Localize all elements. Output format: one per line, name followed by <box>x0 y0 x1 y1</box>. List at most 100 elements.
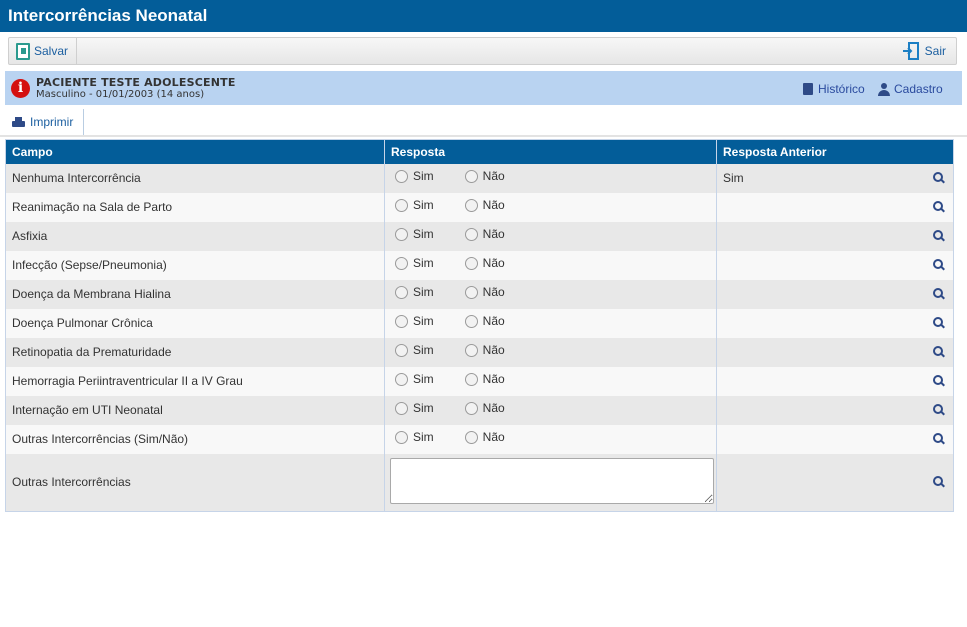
other-intercurrences-textarea[interactable] <box>390 457 714 504</box>
option-no[interactable]: Não <box>464 401 505 415</box>
search-icon[interactable] <box>933 476 945 488</box>
table-row: Doença Pulmonar Crônica Sim Não <box>5 308 954 338</box>
radio-no[interactable] <box>464 430 478 444</box>
option-no[interactable]: Não <box>464 256 505 270</box>
search-icon[interactable] <box>933 259 945 271</box>
option-yes[interactable]: Sim <box>395 169 434 183</box>
radio-yes-label: Sim <box>413 401 434 415</box>
search-icon[interactable] <box>933 317 945 329</box>
field-cell: Asfixia <box>5 221 385 251</box>
radio-yes-label: Sim <box>413 372 434 386</box>
field-cell: Reanimação na Sala de Parto <box>5 192 385 222</box>
radio-no[interactable] <box>464 343 478 357</box>
option-no[interactable]: Não <box>464 198 505 212</box>
answer-radio-group: Sim Não <box>391 227 716 241</box>
register-label: Cadastro <box>894 82 943 96</box>
radio-yes[interactable] <box>395 430 408 444</box>
field-cell: Outras Intercorrências (Sim/Não) <box>5 424 385 454</box>
answer-cell: Sim Não <box>384 337 717 367</box>
previous-answer-cell <box>716 250 954 280</box>
radio-yes[interactable] <box>395 198 408 212</box>
search-icon[interactable] <box>933 172 945 184</box>
option-yes[interactable]: Sim <box>395 285 434 299</box>
radio-no-label: Não <box>482 401 505 415</box>
radio-yes-label: Sim <box>413 256 434 270</box>
option-no[interactable]: Não <box>464 285 505 299</box>
field-cell: Internação em UTI Neonatal <box>5 395 385 425</box>
radio-yes[interactable] <box>395 343 408 357</box>
option-yes[interactable]: Sim <box>395 430 434 444</box>
answer-radio-group: Sim Não <box>391 198 716 212</box>
answer-radio-group: Sim Não <box>391 430 716 444</box>
save-button[interactable]: Salvar <box>9 38 78 64</box>
radio-no-label: Não <box>482 372 505 386</box>
radio-yes[interactable] <box>395 314 408 328</box>
save-label: Salvar <box>34 44 69 58</box>
radio-yes[interactable] <box>395 285 408 299</box>
option-yes[interactable]: Sim <box>395 198 434 212</box>
search-icon[interactable] <box>933 375 945 387</box>
option-yes[interactable]: Sim <box>395 401 434 415</box>
table-row: Doença da Membrana Hialina Sim Não <box>5 279 954 309</box>
previous-answer-cell <box>716 424 954 454</box>
field-cell: Hemorragia Periintraventricular II a IV … <box>5 366 385 396</box>
info-icon: i <box>11 79 30 98</box>
search-icon[interactable] <box>933 288 945 300</box>
exit-button[interactable]: Sair <box>902 38 946 64</box>
search-icon[interactable] <box>933 404 945 416</box>
radio-no-label: Não <box>482 285 505 299</box>
search-icon[interactable] <box>933 230 945 242</box>
radio-yes[interactable] <box>395 227 408 241</box>
option-no[interactable]: Não <box>464 227 505 241</box>
answer-radio-group: Sim Não <box>391 343 716 357</box>
radio-yes-label: Sim <box>413 227 434 241</box>
radio-no[interactable] <box>464 198 478 212</box>
previous-answer-cell: Sim <box>716 163 954 193</box>
previous-answer-cell <box>716 308 954 338</box>
option-no[interactable]: Não <box>464 430 505 444</box>
answer-cell <box>384 453 717 512</box>
radio-no[interactable] <box>464 285 478 299</box>
field-cell: Doença Pulmonar Crônica <box>5 308 385 338</box>
option-yes[interactable]: Sim <box>395 227 434 241</box>
save-icon <box>16 42 30 60</box>
radio-yes[interactable] <box>395 372 408 386</box>
search-icon[interactable] <box>933 201 945 213</box>
answer-radio-group: Sim Não <box>391 314 716 328</box>
answer-cell: Sim Não <box>384 192 717 222</box>
option-yes[interactable]: Sim <box>395 372 434 386</box>
radio-no[interactable] <box>464 372 478 386</box>
user-icon <box>878 82 890 96</box>
book-icon <box>803 83 813 95</box>
option-yes[interactable]: Sim <box>395 343 434 357</box>
search-icon[interactable] <box>933 346 945 358</box>
radio-yes[interactable] <box>395 256 408 270</box>
radio-no-label: Não <box>482 256 505 270</box>
option-no[interactable]: Não <box>464 169 505 183</box>
previous-answer-cell <box>716 366 954 396</box>
register-link[interactable]: Cadastro <box>878 82 943 96</box>
print-button[interactable]: Imprimir <box>12 109 85 135</box>
radio-yes[interactable] <box>395 169 408 183</box>
table-row: Asfixia Sim Não <box>5 221 954 251</box>
action-bar: Imprimir <box>0 109 967 137</box>
radio-yes[interactable] <box>395 401 408 415</box>
radio-no[interactable] <box>464 227 478 241</box>
radio-no[interactable] <box>464 256 478 270</box>
previous-answer-cell <box>716 221 954 251</box>
previous-answer-cell <box>716 337 954 367</box>
option-no[interactable]: Não <box>464 372 505 386</box>
option-yes[interactable]: Sim <box>395 314 434 328</box>
answer-cell: Sim Não <box>384 163 717 193</box>
printer-icon <box>12 116 25 128</box>
option-yes[interactable]: Sim <box>395 256 434 270</box>
option-no[interactable]: Não <box>464 314 505 328</box>
previous-answer-cell <box>716 395 954 425</box>
radio-no[interactable] <box>464 169 478 183</box>
option-no[interactable]: Não <box>464 343 505 357</box>
history-link[interactable]: Histórico <box>803 82 865 96</box>
search-icon[interactable] <box>933 433 945 445</box>
answer-cell: Sim Não <box>384 250 717 280</box>
radio-no[interactable] <box>464 314 478 328</box>
radio-no[interactable] <box>464 401 478 415</box>
